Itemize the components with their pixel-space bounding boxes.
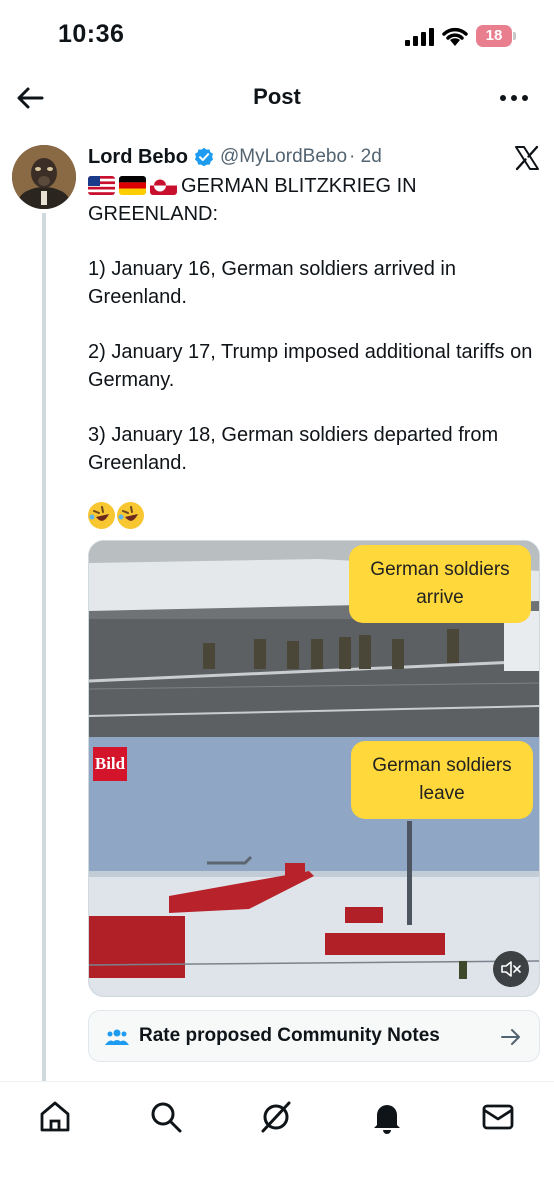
search-icon[interactable] xyxy=(149,1100,183,1134)
post-text: GERMAN BLITZKRIEG IN GREENLAND: 1) Janua… xyxy=(88,172,540,533)
battery-level: 18 xyxy=(485,27,503,44)
grok-icon[interactable] xyxy=(259,1100,293,1134)
avatar-image xyxy=(12,145,76,209)
more-horizontal-icon[interactable] xyxy=(498,86,530,110)
caption-arrive: German soldiers arrive xyxy=(349,545,531,623)
post-header: Post xyxy=(0,70,554,126)
x-logo-icon xyxy=(515,145,539,171)
germany-flag-icon xyxy=(119,176,146,195)
notifications-icon[interactable] xyxy=(370,1100,404,1134)
community-notes-label: Rate proposed Community Notes xyxy=(139,1025,440,1046)
post-video[interactable]: German soldiers arrive Bild German soldi… xyxy=(88,540,540,997)
post-line-2: 1) January 16, German soldiers arrived i… xyxy=(88,258,456,308)
battery-indicator: 18 xyxy=(476,25,516,47)
page-title: Post xyxy=(253,84,301,109)
home-icon[interactable] xyxy=(38,1100,72,1134)
author-name[interactable]: Lord Bebo xyxy=(88,146,188,169)
messages-icon[interactable] xyxy=(481,1100,515,1134)
avatar[interactable] xyxy=(12,145,76,209)
greenland-flag-icon xyxy=(150,176,177,195)
rolling-on-floor-laughing-emoji-icon xyxy=(117,502,144,529)
post-time: · 2d xyxy=(349,146,382,167)
rolling-on-floor-laughing-emoji-icon xyxy=(88,502,115,529)
arrow-right-icon xyxy=(501,1029,520,1045)
author-handle[interactable]: @MyLordBebo xyxy=(220,146,347,168)
status-time: 10:36 xyxy=(58,20,125,48)
post-emojis xyxy=(88,502,540,533)
post-headline: GERMAN BLITZKRIEG IN GREENLAND: xyxy=(88,172,540,228)
people-icon xyxy=(105,1029,129,1045)
rate-community-notes-button[interactable]: Rate proposed Community Notes xyxy=(88,1010,540,1062)
post-line-4: 3) January 18, German soldiers departed … xyxy=(88,424,499,474)
caption-leave: German soldiers leave xyxy=(351,741,533,819)
thread-line xyxy=(42,213,46,1083)
battery-tip xyxy=(513,32,516,40)
status-bar: 10:36 18 xyxy=(0,0,554,70)
cellular-signal-icon xyxy=(405,28,434,46)
us-flag-icon xyxy=(88,176,115,195)
bild-watermark-logo: Bild xyxy=(93,747,127,781)
mute-icon[interactable] xyxy=(493,951,529,987)
bottom-navigation xyxy=(0,1081,554,1199)
post-line-3: 2) January 17, Trump imposed additional … xyxy=(88,341,533,391)
wifi-icon xyxy=(442,27,468,46)
author-row[interactable]: Lord Bebo @MyLordBebo · 2d xyxy=(88,144,382,170)
verified-badge-icon xyxy=(195,147,213,167)
